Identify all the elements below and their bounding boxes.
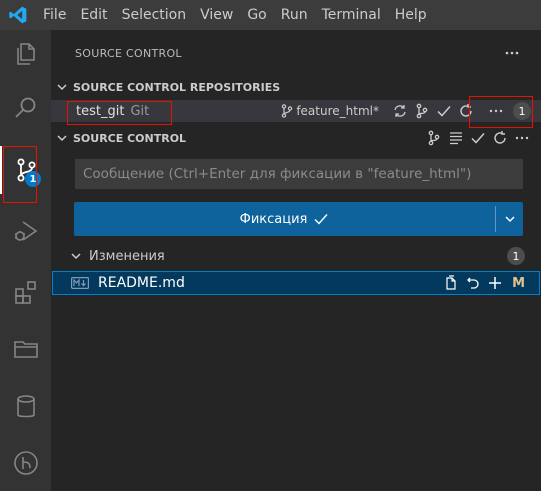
repo-more-actions-icon[interactable]: [485, 100, 507, 122]
menu-bar: File Edit Selection View Go Run Terminal Help: [36, 0, 434, 30]
active-indicator: [0, 146, 2, 194]
sidebar-title-text: SOURCE CONTROL: [75, 46, 182, 60]
commit-check-icon[interactable]: [467, 127, 489, 149]
sc-more-actions-icon[interactable]: [511, 127, 533, 149]
sync-icon[interactable]: [389, 100, 411, 122]
changes-group-header[interactable]: Изменения 1: [51, 245, 541, 267]
title-bar: File Edit Selection View Go Run Terminal Help: [0, 0, 541, 30]
changed-file-row[interactable]: README.md M: [52, 271, 540, 295]
git-graph-action-icon[interactable]: [423, 127, 445, 149]
source-control-sidebar: SOURCE CONTROL SOURCE CONTROL REPOSITORI…: [51, 30, 541, 491]
remote-explorer-icon[interactable]: [0, 324, 51, 372]
menu-item-run[interactable]: Run: [274, 0, 315, 30]
run-debug-icon[interactable]: [0, 207, 51, 255]
repository-row[interactable]: test_git Git feature_html* 1: [51, 100, 541, 122]
source-control-section-header[interactable]: SOURCE CONTROL: [51, 127, 541, 149]
menu-item-selection[interactable]: Selection: [115, 0, 194, 30]
source-control-header-label: SOURCE CONTROL: [73, 131, 187, 145]
chevron-down-icon: [51, 132, 73, 144]
commit-button-label: Фиксация: [239, 211, 308, 227]
discard-changes-icon[interactable]: [462, 272, 484, 294]
branch-name[interactable]: feature_html*: [296, 104, 379, 118]
more-actions-icon[interactable]: [501, 42, 523, 64]
commit-check-icon[interactable]: [433, 100, 455, 122]
chevron-down-icon: [51, 81, 73, 93]
branch-icon: [281, 104, 293, 118]
search-icon[interactable]: [0, 84, 51, 132]
checkmark-icon: [313, 211, 329, 227]
repositories-header-label: SOURCE CONTROL REPOSITORIES: [73, 80, 281, 94]
repo-changes-count: 1: [513, 102, 531, 120]
source-control-icon[interactable]: 1: [0, 146, 51, 194]
refresh-icon[interactable]: [489, 127, 511, 149]
git-graph-icon[interactable]: [0, 439, 51, 487]
commit-button-main[interactable]: Фиксация: [74, 211, 495, 227]
activity-bar: 1: [0, 30, 51, 491]
file-name: README.md: [98, 275, 185, 291]
database-icon[interactable]: [0, 383, 51, 431]
refresh-icon[interactable]: [455, 100, 477, 122]
vscode-logo-icon: [0, 0, 36, 30]
commit-message-input[interactable]: Сообщение (Ctrl+Enter для фиксации в "fe…: [75, 159, 523, 189]
stage-changes-icon[interactable]: [484, 272, 506, 294]
repo-name: test_git: [76, 103, 125, 119]
extensions-icon[interactable]: [0, 268, 51, 316]
markdown-file-icon: [71, 277, 89, 289]
explorer-icon[interactable]: [0, 30, 51, 78]
menu-item-help[interactable]: Help: [388, 0, 434, 30]
commit-dropdown-button[interactable]: [496, 212, 523, 226]
view-as-list-icon[interactable]: [445, 127, 467, 149]
menu-item-terminal[interactable]: Terminal: [315, 0, 388, 30]
chevron-down-icon: [504, 216, 515, 223]
repo-provider: Git: [130, 103, 150, 119]
open-file-icon[interactable]: [440, 272, 462, 294]
file-status-modified: M: [512, 275, 525, 291]
git-graph-action-icon[interactable]: [411, 100, 433, 122]
menu-item-edit[interactable]: Edit: [73, 0, 114, 30]
repositories-section-header[interactable]: SOURCE CONTROL REPOSITORIES: [51, 76, 541, 98]
source-control-badge: 1: [25, 171, 41, 187]
chevron-down-icon: [65, 250, 87, 262]
commit-button[interactable]: Фиксация: [74, 202, 523, 236]
changes-count: 1: [507, 247, 525, 265]
menu-item-view[interactable]: View: [193, 0, 240, 30]
sidebar-title: SOURCE CONTROL: [51, 38, 541, 68]
menu-item-file[interactable]: File: [36, 0, 73, 30]
menu-item-go[interactable]: Go: [240, 0, 273, 30]
changes-label: Изменения: [89, 248, 165, 264]
